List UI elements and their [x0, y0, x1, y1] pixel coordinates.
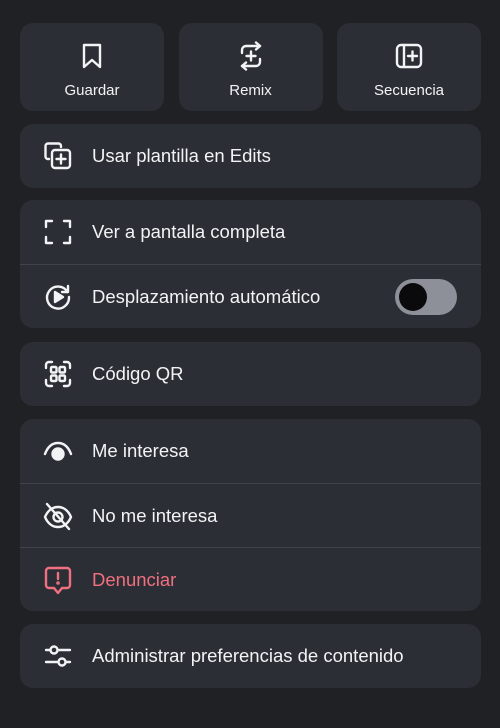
view-card: Ver a pantalla completa Desplazamiento a…	[20, 200, 481, 328]
sequence-button[interactable]: Secuencia	[337, 23, 481, 111]
fullscreen-icon	[43, 217, 73, 247]
sequence-icon	[394, 41, 424, 71]
remix-label: Remix	[229, 82, 272, 99]
qr-code-label: Código QR	[92, 363, 184, 384]
quick-actions-row: Guardar Remix Secuencia	[20, 23, 481, 111]
bookmark-icon	[77, 41, 107, 71]
preferences-card: Administrar preferencias de contenido	[20, 624, 481, 688]
report-item[interactable]: Denunciar	[20, 547, 481, 611]
not-interested-label: No me interesa	[92, 504, 218, 526]
not-interested-item[interactable]: No me interesa	[20, 483, 481, 547]
toggle-knob	[399, 282, 427, 311]
qr-code-icon	[43, 359, 73, 389]
use-template-item[interactable]: Usar plantilla en Edits	[20, 124, 481, 188]
use-template-label: Usar plantilla en Edits	[92, 145, 271, 166]
manage-preferences-item[interactable]: Administrar preferencias de contenido	[20, 624, 481, 688]
report-label: Denunciar	[92, 568, 177, 590]
save-button[interactable]: Guardar	[20, 23, 164, 111]
manage-preferences-label: Administrar preferencias de contenido	[92, 645, 404, 666]
save-label: Guardar	[64, 82, 120, 99]
autoscroll-toggle[interactable]	[395, 278, 457, 315]
autoscroll-label: Desplazamiento automático	[92, 285, 321, 307]
qr-code-item[interactable]: Código QR	[20, 342, 481, 406]
autoscroll-icon	[43, 282, 73, 312]
copy-add-icon	[43, 141, 73, 171]
interested-label: Me interesa	[92, 440, 189, 461]
fullscreen-item[interactable]: Ver a pantalla completa	[20, 200, 481, 264]
options-sheet: Guardar Remix Secuencia Usar plantilla e…	[0, 0, 500, 728]
edits-card: Usar plantilla en Edits	[20, 124, 481, 188]
eye-icon	[43, 436, 73, 466]
eye-off-icon	[43, 501, 73, 531]
sequence-label: Secuencia	[373, 82, 445, 99]
sliders-icon	[43, 641, 73, 671]
qr-card: Código QR	[20, 342, 481, 406]
feedback-card: Me interesa No me interesa Denunciar	[20, 419, 481, 611]
report-icon	[43, 565, 73, 595]
interested-item[interactable]: Me interesa	[20, 419, 481, 483]
fullscreen-label: Ver a pantalla completa	[92, 221, 286, 242]
remix-button[interactable]: Remix	[178, 23, 323, 111]
autoscroll-item: Desplazamiento automático	[20, 264, 481, 328]
remix-icon	[236, 41, 266, 71]
